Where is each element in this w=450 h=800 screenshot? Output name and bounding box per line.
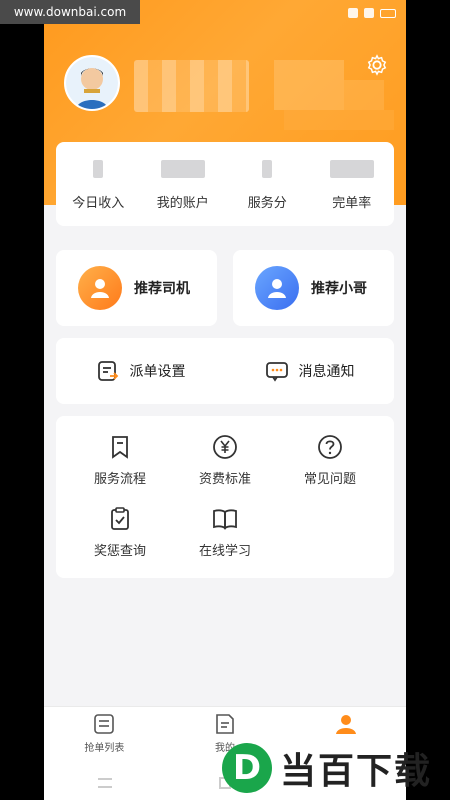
- stat-my-account[interactable]: 我的账户: [141, 142, 226, 226]
- menu-nav-icon[interactable]: [97, 778, 112, 788]
- person-icon: [335, 715, 356, 734]
- doc-icon: [216, 714, 234, 734]
- service-process-button[interactable]: 服务流程: [64, 434, 176, 494]
- reward-penalty-button[interactable]: 奖惩查询: [64, 506, 176, 566]
- dispatch-icon: [97, 361, 118, 381]
- dispatch-settings-button[interactable]: 派单设置: [56, 338, 225, 404]
- mute-icon: [348, 8, 358, 18]
- grid-label: 在线学习: [198, 544, 251, 559]
- online-learning-button[interactable]: 在线学习: [169, 506, 281, 566]
- stat-label: 今日收入: [72, 196, 125, 211]
- status-bar: [348, 8, 396, 18]
- bluetooth-icon: [364, 8, 374, 18]
- list-icon: [94, 714, 115, 734]
- site-logo-watermark: D 当百下载: [222, 740, 442, 796]
- stat-label: 服务分: [247, 196, 287, 211]
- yuan-icon: [213, 435, 237, 459]
- grid-label: 服务流程: [93, 472, 146, 487]
- book-icon: [213, 509, 237, 530]
- driver-icon: [78, 266, 122, 310]
- logo-d-icon: D: [222, 743, 272, 793]
- settings-label: 消息通知: [298, 364, 355, 380]
- battery-icon: [380, 8, 396, 18]
- recommend-row: 推荐司机 推荐小哥: [56, 250, 394, 326]
- faq-button[interactable]: 常见问题: [274, 434, 386, 494]
- tab-order-list[interactable]: 抢单列表: [44, 707, 165, 766]
- stat-value-blurred: [93, 160, 104, 178]
- bookmark-icon: [112, 436, 128, 459]
- question-icon: [318, 435, 342, 459]
- fee-standard-button[interactable]: 资费标准: [169, 434, 281, 494]
- stat-today-income[interactable]: 今日收入: [56, 142, 141, 226]
- app-screen: 今日收入 我的账户 服务分 完单率 推荐司机 推荐小哥 派单设置 消息通知 服务…: [44, 0, 406, 800]
- grid-label: 常见问题: [303, 472, 356, 487]
- stats-card: 今日收入 我的账户 服务分 完单率: [56, 142, 394, 226]
- courier-icon: [255, 266, 299, 310]
- services-grid: 服务流程 资费标准 常见问题 奖惩查询 在线学习: [56, 416, 394, 578]
- stat-completion-rate[interactable]: 完单率: [310, 142, 395, 226]
- settings-label: 派单设置: [129, 364, 186, 380]
- stat-value-blurred: [329, 160, 374, 178]
- driver-avatar-icon: [66, 57, 118, 109]
- recommend-label: 推荐司机: [134, 281, 190, 297]
- recommend-driver-button[interactable]: 推荐司机: [56, 250, 217, 326]
- settings-card: 派单设置 消息通知: [56, 338, 394, 404]
- stat-value-blurred: [262, 160, 273, 178]
- grid-label: 奖惩查询: [93, 544, 146, 559]
- message-icon: [265, 362, 288, 382]
- watermark-url: www.downbai.com: [0, 0, 140, 24]
- recommend-label: 推荐小哥: [311, 281, 367, 297]
- stat-value-blurred: [160, 160, 205, 178]
- avatar[interactable]: [64, 55, 120, 111]
- stat-service-score[interactable]: 服务分: [225, 142, 310, 226]
- tab-label: 抢单列表: [84, 743, 125, 754]
- stat-label: 我的账户: [156, 196, 209, 211]
- message-notify-button[interactable]: 消息通知: [225, 338, 394, 404]
- gear-icon[interactable]: [366, 54, 388, 76]
- grid-label: 资费标准: [198, 472, 251, 487]
- clipboard-check-icon: [111, 507, 129, 530]
- logo-text: 当百下载: [280, 751, 433, 792]
- user-name-blurred: [134, 60, 249, 112]
- stat-label: 完单率: [332, 196, 372, 211]
- recommend-courier-button[interactable]: 推荐小哥: [233, 250, 394, 326]
